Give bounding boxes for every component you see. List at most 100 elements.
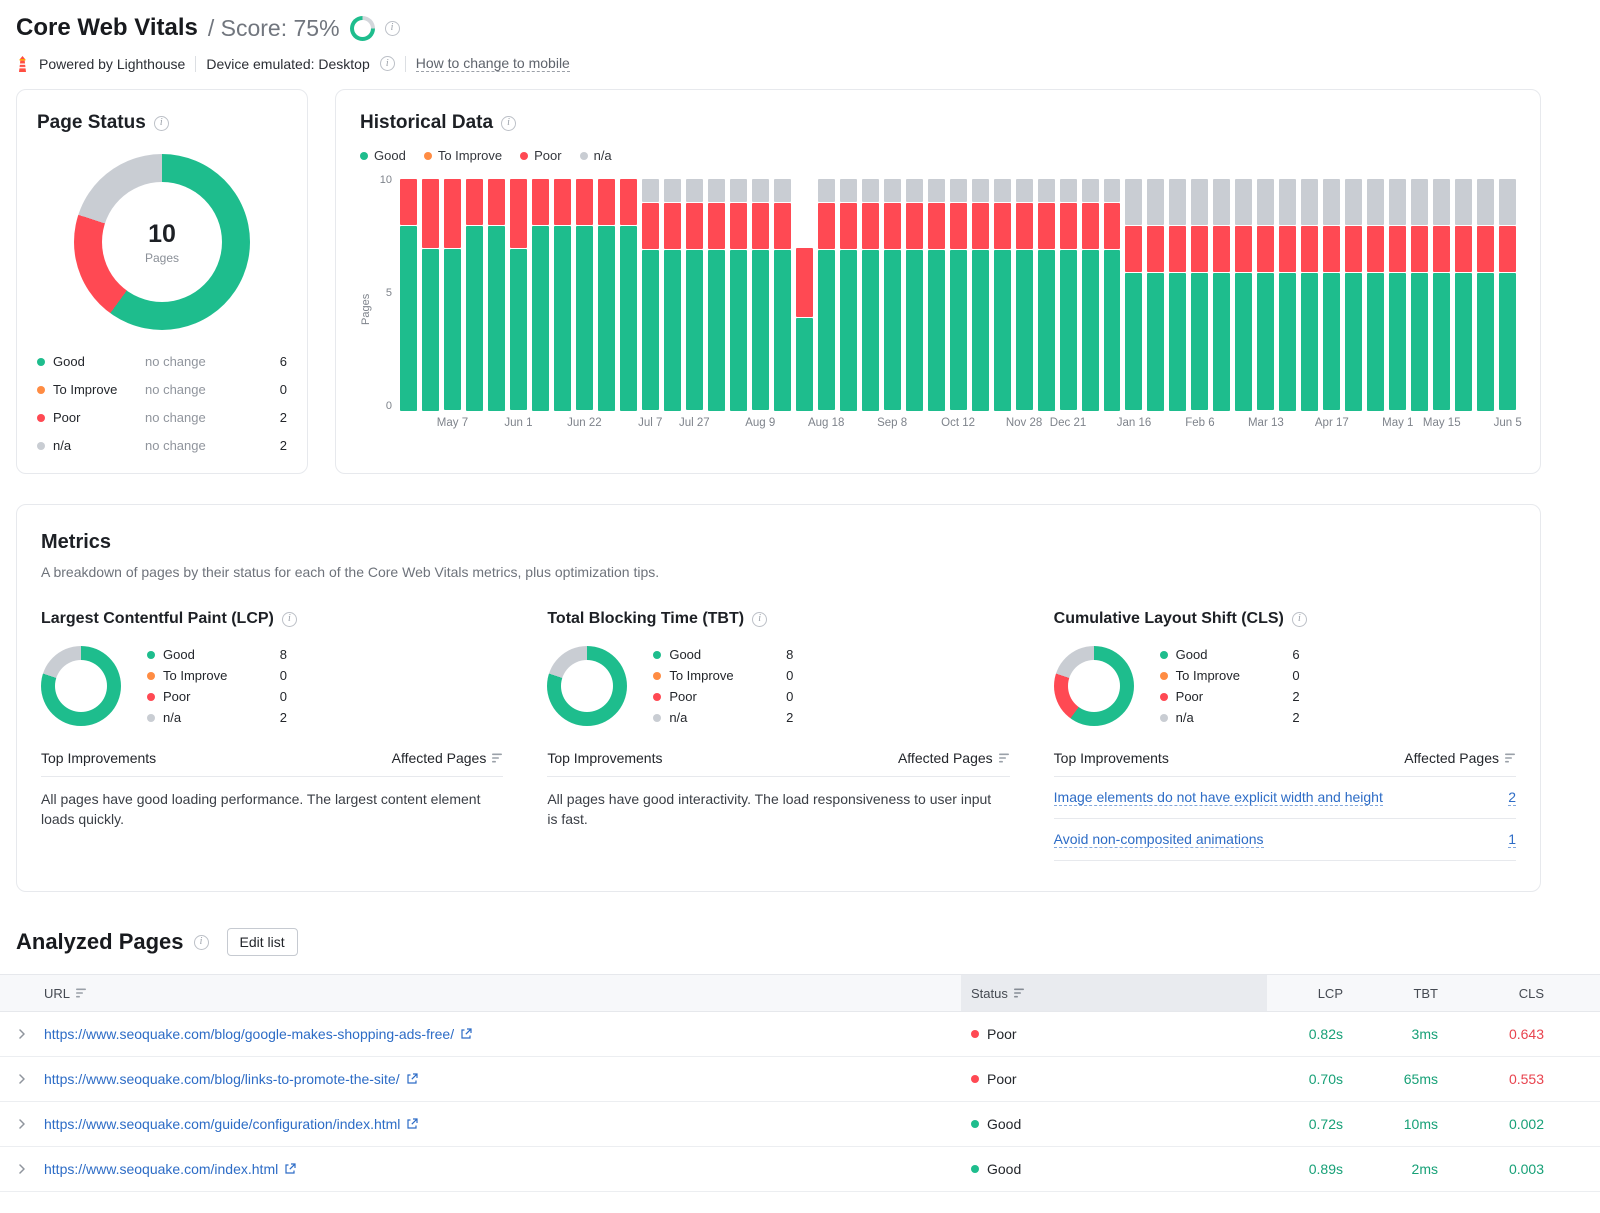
table-row[interactable]: https://www.seoquake.com/blog/links-to-p… (0, 1057, 1600, 1102)
expand-row-button[interactable] (13, 1070, 31, 1088)
info-icon[interactable] (501, 115, 517, 131)
history-bar[interactable] (905, 179, 923, 411)
history-bar[interactable]: Jun 5 (1494, 179, 1522, 429)
metric-donut[interactable] (1053, 646, 1134, 726)
info-icon[interactable] (153, 115, 169, 131)
history-bar[interactable]: Mar 13 (1248, 179, 1284, 429)
expand-row-button[interactable] (13, 1160, 31, 1178)
edit-list-button[interactable]: Edit list (226, 928, 298, 956)
chart-legend-item[interactable]: To Improve (423, 148, 502, 163)
improvement-count-link[interactable]: 2 (1508, 789, 1516, 806)
metric-donut[interactable] (41, 646, 121, 726)
history-bar[interactable] (839, 179, 857, 411)
history-bar[interactable]: May 7 (437, 179, 468, 429)
history-bar[interactable] (1411, 179, 1429, 411)
column-header-tbt[interactable]: TBT (1355, 975, 1450, 1011)
page-url-link[interactable]: https://www.seoquake.com/guide/configura… (44, 1116, 400, 1132)
history-bar[interactable]: May 15 (1423, 179, 1461, 429)
history-bar[interactable] (1147, 179, 1165, 411)
history-bar[interactable]: Oct 12 (941, 179, 975, 429)
column-header-cls[interactable]: CLS (1450, 975, 1600, 1011)
info-icon[interactable] (384, 20, 400, 36)
history-bar[interactable] (421, 179, 439, 411)
history-bar[interactable] (1455, 179, 1473, 411)
affected-pages-sort[interactable]: Affected Pages (392, 750, 504, 766)
history-bar[interactable] (1367, 179, 1385, 411)
history-bar[interactable] (927, 179, 945, 411)
column-header-url[interactable]: URL (44, 975, 961, 1011)
history-bar[interactable]: Aug 9 (745, 179, 775, 429)
history-bar[interactable] (707, 179, 725, 411)
history-bar[interactable]: Dec 21 (1050, 179, 1086, 429)
history-bar[interactable]: Jul 7 (638, 179, 662, 429)
affected-pages-sort[interactable]: Affected Pages (898, 750, 1010, 766)
history-bar[interactable]: Jan 16 (1117, 179, 1151, 429)
change-to-mobile-link[interactable]: How to change to mobile (415, 55, 570, 72)
improvement-row: Avoid non-composited animations 1 (1053, 819, 1516, 861)
history-bar[interactable]: Aug 18 (808, 179, 844, 429)
history-bar[interactable] (1301, 179, 1319, 411)
page-url-link[interactable]: https://www.seoquake.com/index.html (44, 1161, 278, 1177)
history-bar[interactable] (1477, 179, 1495, 411)
improvement-row: Image elements do not have explicit widt… (1053, 777, 1516, 819)
history-bar[interactable] (1037, 179, 1055, 411)
history-bar[interactable] (795, 179, 813, 411)
history-bar[interactable] (400, 179, 417, 411)
history-bar[interactable] (487, 179, 505, 411)
history-bar[interactable] (971, 179, 989, 411)
x-axis-label: Oct 12 (941, 417, 976, 429)
chart-legend-item[interactable]: Good (360, 148, 406, 163)
history-bar[interactable]: Jun 1 (504, 179, 532, 429)
history-bar[interactable] (465, 179, 483, 411)
chart-legend-item[interactable]: Poor (520, 148, 562, 163)
metric-donut[interactable] (547, 646, 628, 726)
history-bar[interactable] (553, 179, 571, 411)
history-bar[interactable] (993, 179, 1011, 411)
history-bar[interactable] (773, 179, 791, 411)
history-bar[interactable] (619, 179, 637, 411)
affected-pages-sort[interactable]: Affected Pages (1404, 750, 1516, 766)
improvement-link[interactable]: Avoid non-composited animations (1053, 831, 1264, 848)
page-status-title: Page Status (37, 112, 146, 133)
history-bar[interactable] (729, 179, 747, 411)
history-bar[interactable]: Jul 27 (679, 179, 710, 429)
metric-panel-tbt: Total Blocking Time (TBT) Good 8 To Improve… (547, 610, 1010, 861)
expander-column-header (0, 975, 44, 1011)
table-row[interactable]: https://www.seoquake.com/guide/configura… (0, 1102, 1600, 1147)
history-bar[interactable]: Feb 6 (1185, 179, 1215, 429)
history-bar[interactable]: Nov 28 (1006, 179, 1042, 429)
chart-legend-item[interactable]: n/a (579, 148, 612, 163)
history-bar[interactable] (1081, 179, 1099, 411)
page-url-link[interactable]: https://www.seoquake.com/blog/links-to-p… (44, 1071, 400, 1087)
expand-row-button[interactable] (13, 1025, 31, 1043)
table-row[interactable]: https://www.seoquake.com/blog/google-mak… (0, 1012, 1600, 1057)
improvement-link[interactable]: Image elements do not have explicit widt… (1053, 789, 1383, 806)
history-bar[interactable]: May 1 (1382, 179, 1413, 429)
history-bar[interactable] (861, 179, 879, 411)
history-bar[interactable]: Apr 17 (1315, 179, 1349, 429)
history-bar[interactable] (1235, 179, 1253, 411)
history-bar[interactable] (1213, 179, 1231, 411)
column-header-lcp[interactable]: LCP (1267, 975, 1355, 1011)
table-row[interactable]: https://www.seoquake.com/index.html Good 0… (0, 1147, 1600, 1192)
expand-row-button[interactable] (13, 1115, 31, 1133)
page-status-donut[interactable]: 10 Pages (74, 154, 250, 330)
history-bar[interactable] (597, 179, 615, 411)
column-header-status[interactable]: Status (961, 975, 1267, 1011)
history-bar[interactable] (1279, 179, 1297, 411)
history-bar[interactable] (1103, 179, 1121, 411)
legend-label: To Improve (1175, 668, 1240, 683)
history-bar[interactable]: Jun 22 (567, 179, 602, 429)
history-bar[interactable] (531, 179, 549, 411)
info-icon[interactable] (379, 56, 395, 71)
info-icon[interactable] (281, 611, 297, 627)
history-bar[interactable] (663, 179, 681, 411)
info-icon[interactable] (193, 934, 209, 950)
history-bar[interactable] (1345, 179, 1363, 411)
info-icon[interactable] (1291, 611, 1307, 627)
page-url-link[interactable]: https://www.seoquake.com/blog/google-mak… (44, 1026, 454, 1042)
history-bar[interactable] (1169, 179, 1187, 411)
history-bar[interactable]: Sep 8 (877, 179, 907, 429)
info-icon[interactable] (752, 611, 768, 627)
improvement-count-link[interactable]: 1 (1508, 831, 1516, 848)
